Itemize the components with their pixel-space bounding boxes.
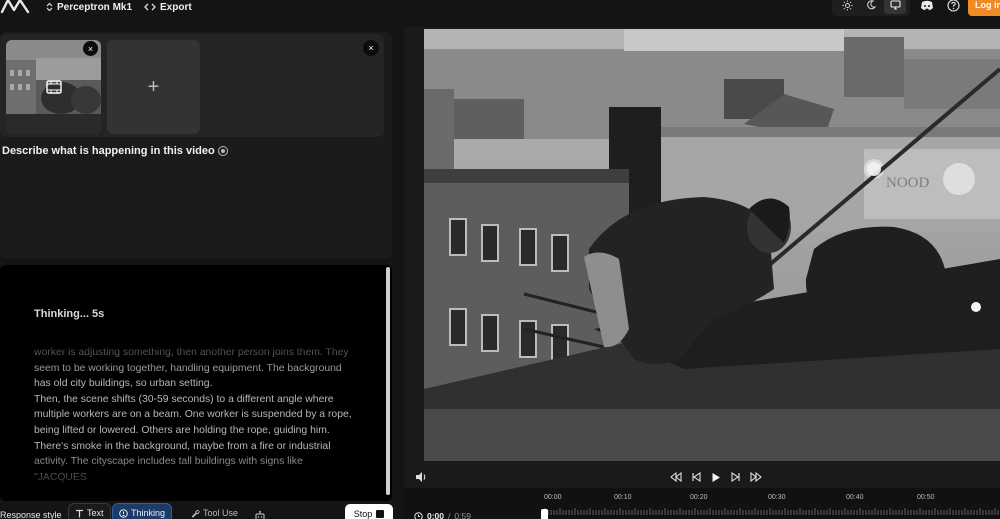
timeline-tick-label: 00:10	[614, 494, 632, 501]
export-button[interactable]: Export	[144, 0, 192, 14]
fast-forward-icon[interactable]	[748, 469, 764, 485]
login-button[interactable]: Log in	[968, 0, 1000, 16]
media-strip: × + ×	[0, 34, 384, 137]
response-style-label: Response style	[0, 510, 62, 519]
model-selector[interactable]: Perceptron Mk1	[46, 0, 132, 14]
model-name: Perceptron Mk1	[57, 1, 133, 13]
top-right-controls: Log in	[832, 0, 1000, 16]
scrollbar[interactable]	[386, 267, 390, 495]
play-icon[interactable]	[708, 469, 724, 485]
thinking-paragraph: Then, the scene shifts (30-59 seconds) t…	[34, 393, 352, 483]
discord-icon[interactable]	[916, 0, 938, 15]
timeline-tick-label: 00:30	[768, 494, 786, 501]
code-icon	[144, 3, 156, 11]
response-panel: Thinking... 5s worker is adjusting somet…	[0, 265, 392, 501]
prompt-text[interactable]: Describe what is happening in this video	[2, 145, 228, 157]
svg-text:NOOD: NOOD	[886, 175, 929, 191]
thinking-toggle-label: Thinking	[131, 508, 166, 518]
timeline-tick-label: 00:20	[690, 494, 708, 501]
sun-icon[interactable]	[836, 0, 858, 14]
timeline-tick-label: 00:40	[846, 494, 864, 501]
info-icon[interactable]	[217, 146, 228, 156]
text-style-button[interactable]: Text	[68, 503, 111, 519]
logo-icon[interactable]	[0, 0, 32, 16]
time-separator: /	[448, 511, 451, 519]
thinking-text: worker is adjusting something, then anot…	[34, 345, 352, 485]
transport-buttons	[668, 469, 764, 485]
text-style-label: Text	[87, 508, 104, 518]
moon-icon[interactable]	[860, 0, 882, 14]
clock-icon	[414, 511, 423, 519]
text-icon	[76, 509, 83, 517]
monitor-icon[interactable]	[884, 0, 906, 14]
prompt-label: Describe what is happening in this video	[2, 145, 215, 157]
thinking-toggle-button[interactable]: Thinking	[112, 503, 173, 519]
thinking-status: Thinking... 5s	[34, 308, 105, 320]
timeline-ruler	[544, 508, 999, 515]
clear-media-button[interactable]: ×	[363, 40, 379, 56]
wrench-icon	[191, 509, 200, 518]
current-time: 0:00	[427, 511, 445, 519]
timeline-tick-label: 00:00	[544, 494, 562, 501]
theme-switcher	[832, 0, 910, 16]
timeline-tick-label: 00:50	[917, 494, 935, 501]
tool-use-button[interactable]: Tool Use	[185, 503, 244, 519]
help-icon[interactable]	[942, 0, 964, 15]
plus-icon: +	[147, 75, 160, 98]
close-icon: ×	[87, 43, 94, 54]
tool-use-label: Tool Use	[203, 508, 239, 518]
remove-thumbnail-button[interactable]: ×	[83, 41, 98, 56]
stop-label: Stop	[353, 509, 373, 519]
video-image: NOOD	[424, 29, 1000, 461]
stop-button[interactable]: Stop	[345, 504, 393, 519]
skip-forward-icon[interactable]	[728, 469, 744, 485]
video-frame[interactable]: NOOD	[424, 29, 1000, 461]
video-player: NOOD 00:00 00:10 00:20 00:30 00:40 00:50…	[404, 27, 1000, 519]
stop-icon	[376, 510, 385, 518]
top-bar: Perceptron Mk1 Export Log in	[0, 0, 1000, 18]
response-options-bar: Response style Text Thinking Tool Use St…	[0, 502, 400, 519]
film-icon	[46, 80, 62, 94]
volume-icon[interactable]	[414, 470, 428, 484]
duration: 0:59	[454, 511, 471, 519]
add-media-button[interactable]: +	[107, 40, 200, 134]
timecode: 0:00 / 0:59	[414, 511, 471, 519]
bulb-icon	[119, 508, 128, 518]
playback-controls	[404, 468, 1000, 486]
thinking-paragraph: worker is adjusting something, then anot…	[34, 347, 349, 390]
skip-back-icon[interactable]	[688, 469, 704, 485]
playhead[interactable]	[541, 509, 548, 519]
robot-icon[interactable]	[254, 510, 266, 519]
close-icon: ×	[368, 43, 374, 53]
chevron-up-down-icon	[46, 2, 53, 12]
input-card: × + × Describe what is happening in this…	[0, 32, 392, 258]
export-label: Export	[160, 1, 192, 13]
rewind-icon[interactable]	[668, 469, 684, 485]
